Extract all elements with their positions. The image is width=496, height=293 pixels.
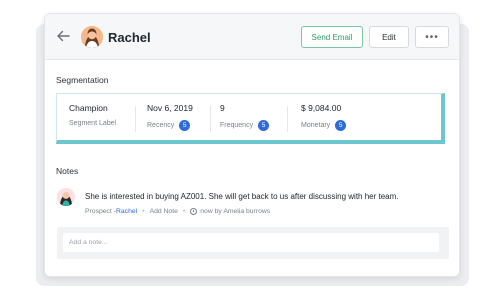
- contact-card: Rachel Send Email Edit ••• Segmentation …: [44, 13, 460, 277]
- contact-name: Rachel: [108, 30, 151, 45]
- monetary-item: $ 9,084.00 Monetary 5: [301, 103, 347, 131]
- monetary-value: $ 9,084.00: [301, 103, 342, 113]
- note-author-avatar: [57, 188, 75, 206]
- segmentation-panel: Champion Segment Label Nov 6, 2019 Recen…: [56, 93, 445, 144]
- avatar: [81, 26, 103, 48]
- separator-dot: •: [142, 208, 145, 215]
- separator-dot: •: [182, 208, 186, 215]
- recency-item: Nov 6, 2019 Recency 5: [147, 103, 193, 131]
- frequency-value: 9: [220, 103, 225, 113]
- segment-label-item: Champion Segment Label: [69, 103, 116, 127]
- add-note-link[interactable]: Add Note: [150, 208, 178, 215]
- recency-value: Nov 6, 2019: [147, 103, 193, 113]
- divider: [135, 106, 136, 132]
- card-header: Rachel Send Email Edit •••: [45, 14, 459, 60]
- prospect-prefix: Prospect -: [85, 208, 116, 215]
- add-note-input[interactable]: [63, 233, 439, 252]
- segment-value: Champion: [69, 103, 108, 113]
- segment-label: Segment Label: [69, 120, 117, 127]
- frequency-label: Frequency: [220, 122, 254, 129]
- clock-icon: [190, 208, 198, 215]
- segmentation-title: Segmentation: [56, 75, 109, 85]
- recency-label: Recency: [147, 122, 175, 129]
- back-arrow-icon[interactable]: [55, 28, 71, 44]
- notes-title: Notes: [56, 166, 79, 176]
- stage: Rachel Send Email Edit ••• Segmentation …: [0, 0, 496, 293]
- more-options-button[interactable]: •••: [415, 26, 449, 48]
- note-meta: Prospect - Rachel • Add Note • now by Am…: [85, 208, 270, 215]
- note-text: She is interested in buying AZ001. She w…: [85, 192, 399, 201]
- note-time: now by Amelia burrows: [200, 208, 271, 215]
- edit-button[interactable]: Edit: [369, 26, 409, 48]
- frequency-item: 9 Frequency 5: [220, 103, 270, 131]
- monetary-score-badge: 5: [335, 120, 347, 131]
- prospect-link[interactable]: Rachel: [116, 208, 137, 215]
- divider: [210, 106, 211, 132]
- frequency-score-badge: 5: [258, 120, 270, 131]
- monetary-label: Monetary: [301, 122, 331, 129]
- add-note-area: [57, 227, 449, 259]
- recency-score-badge: 5: [179, 120, 191, 131]
- divider: [287, 106, 288, 132]
- send-email-button[interactable]: Send Email: [301, 26, 363, 48]
